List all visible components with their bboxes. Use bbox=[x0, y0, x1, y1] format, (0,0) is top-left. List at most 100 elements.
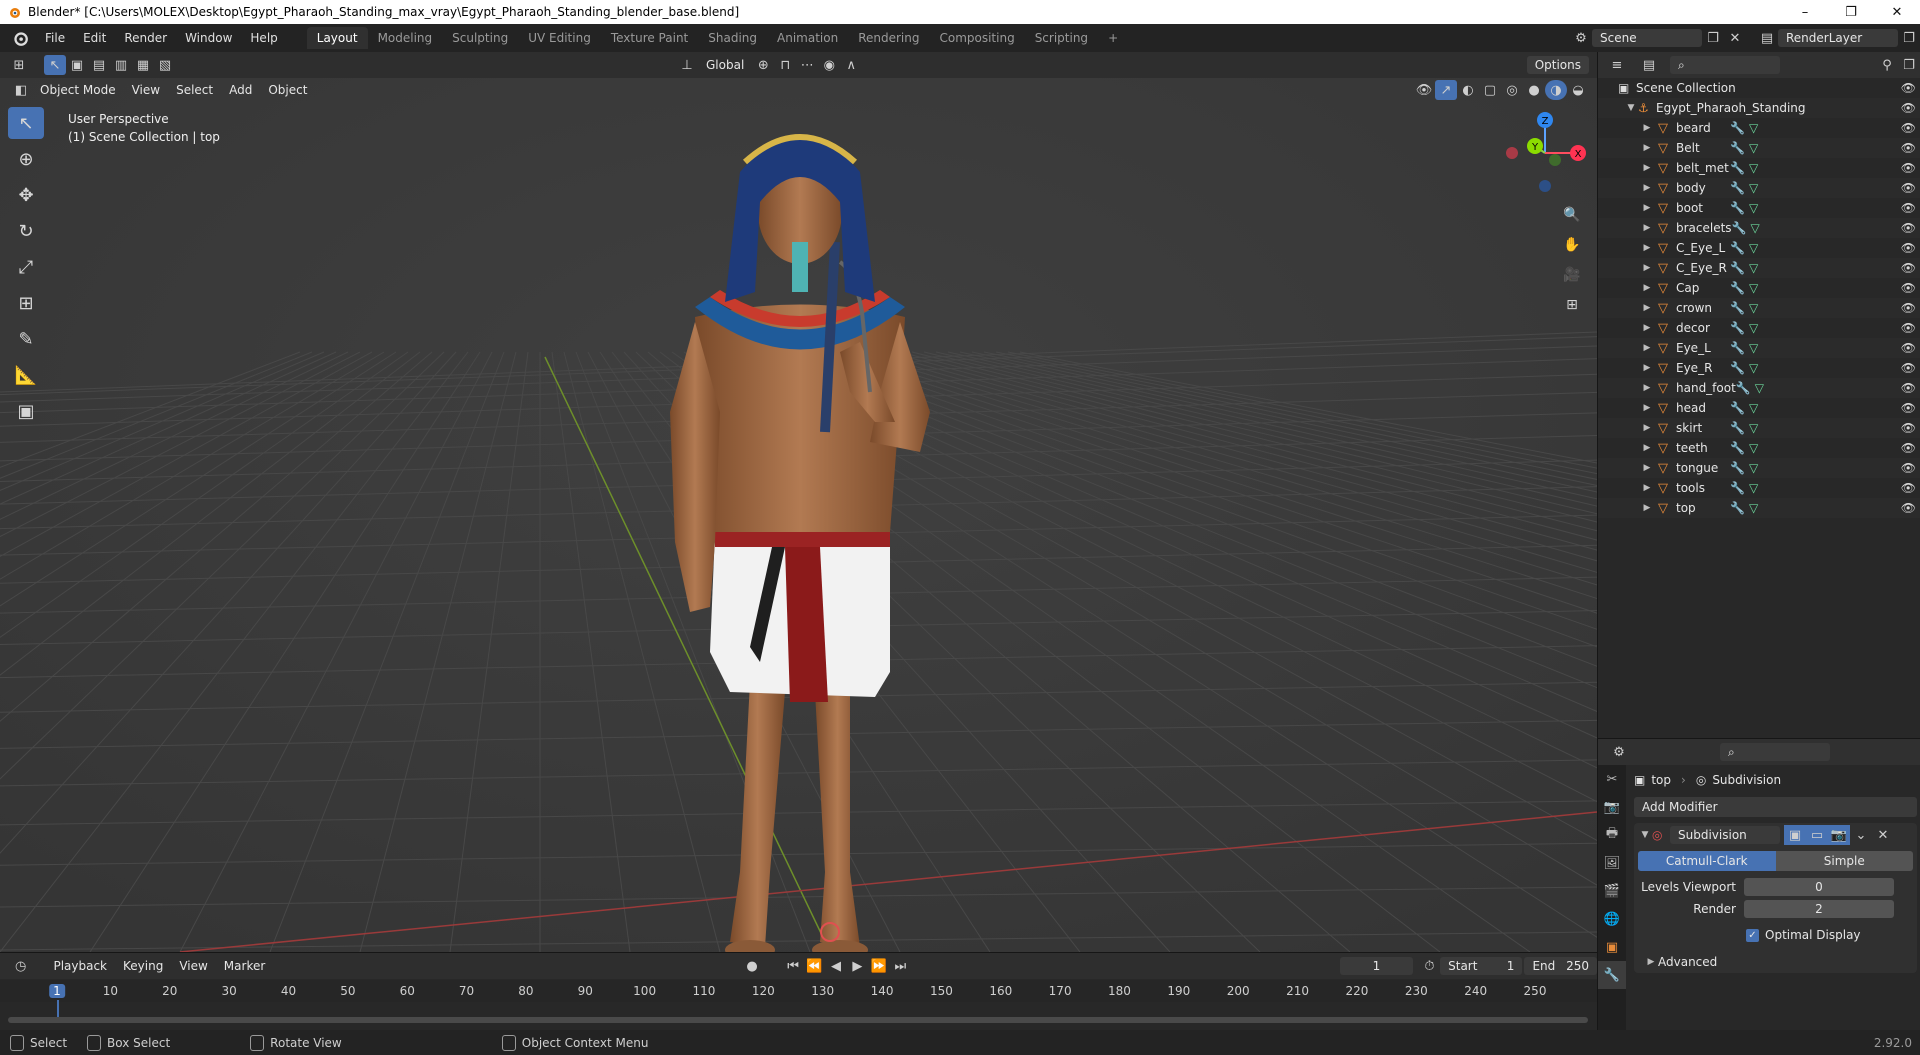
eye-icon[interactable]: 👁 bbox=[1901, 401, 1916, 415]
tab-compositing[interactable]: Compositing bbox=[929, 27, 1024, 49]
expand-arrow-icon[interactable]: ▶ bbox=[1640, 443, 1654, 453]
eye-icon[interactable]: 👁 bbox=[1901, 281, 1916, 295]
zoom-icon[interactable]: 🔍 bbox=[1560, 202, 1584, 228]
output-tab-icon[interactable]: 🖶 bbox=[1598, 821, 1626, 849]
tab-layout[interactable]: Layout bbox=[306, 27, 368, 49]
menu-add[interactable]: Add bbox=[221, 83, 260, 97]
modifier-wrench-icon[interactable]: 🔧 bbox=[1730, 321, 1745, 335]
eye-icon[interactable]: 👁 bbox=[1901, 241, 1916, 255]
modifier-wrench-icon[interactable]: 🔧 bbox=[1730, 501, 1745, 515]
overlay-toggle-icon[interactable]: ◐ bbox=[1457, 80, 1479, 100]
render-tab-icon[interactable]: 📷 bbox=[1598, 793, 1626, 821]
render-toggle-icon[interactable]: 📷 bbox=[1828, 825, 1850, 845]
expand-arrow-icon[interactable]: ▶ bbox=[1640, 283, 1654, 293]
expand-arrow-icon[interactable]: ▶ bbox=[1640, 503, 1654, 513]
display-mode-icon[interactable]: ▤ bbox=[1638, 55, 1660, 75]
modifier-wrench-icon[interactable]: 🔧 bbox=[1730, 481, 1745, 495]
modifier-wrench-icon[interactable]: 🔧 bbox=[1730, 361, 1745, 375]
eye-icon[interactable]: 👁 bbox=[1901, 141, 1916, 155]
eye-icon[interactable]: 👁 bbox=[1901, 201, 1916, 215]
outliner-object-row[interactable]: ▶ ▽ body 🔧 ▽ 👁 bbox=[1598, 178, 1920, 198]
object-tab-icon[interactable]: ▣ bbox=[1598, 933, 1626, 961]
outliner-object-row[interactable]: ▶ ▽ Belt 🔧 ▽ 👁 bbox=[1598, 138, 1920, 158]
scene-collection-row[interactable]: ▣ Scene Collection 👁 bbox=[1598, 78, 1920, 98]
eye-icon[interactable]: 👁 bbox=[1901, 181, 1916, 195]
expand-arrow-icon[interactable]: ▶ bbox=[1640, 463, 1654, 473]
modifier-wrench-icon[interactable]: 🔧 bbox=[1732, 221, 1747, 235]
select-box-tool-icon[interactable]: ↖ bbox=[8, 107, 44, 139]
eye-icon[interactable]: 👁 bbox=[1901, 481, 1916, 495]
outliner-search-input[interactable]: ⌕ bbox=[1670, 56, 1780, 74]
minimize-button[interactable]: – bbox=[1782, 5, 1828, 20]
new-scene-icon[interactable]: ❐ bbox=[1702, 28, 1724, 48]
preview-range-icon[interactable]: ⏱ bbox=[1419, 956, 1440, 976]
scene-icon[interactable]: ⚙ bbox=[1570, 28, 1592, 48]
view-layer-icon[interactable]: ▤ bbox=[1756, 28, 1778, 48]
menu-playback[interactable]: Playback bbox=[45, 959, 115, 973]
proportional-edit-icon[interactable]: ◉ bbox=[818, 55, 840, 75]
menu-keying[interactable]: Keying bbox=[115, 959, 171, 973]
modifier-wrench-icon[interactable]: 🔧 bbox=[1730, 161, 1745, 175]
filter-icon[interactable]: ⚲ bbox=[1876, 55, 1898, 75]
options-dropdown[interactable]: Options bbox=[1526, 56, 1589, 74]
eye-icon[interactable]: 👁 bbox=[1901, 121, 1916, 135]
expand-arrow-icon[interactable]: ▶ bbox=[1640, 243, 1654, 253]
outliner-object-row[interactable]: ▶ ▽ teeth 🔧 ▽ 👁 bbox=[1598, 438, 1920, 458]
eye-icon[interactable]: 👁 bbox=[1901, 461, 1916, 475]
outliner-object-row[interactable]: ▶ ▽ crown 🔧 ▽ 👁 bbox=[1598, 298, 1920, 318]
modifier-wrench-icon[interactable]: 🔧 bbox=[1736, 381, 1751, 395]
tab-sculpting[interactable]: Sculpting bbox=[442, 27, 518, 49]
outliner-object-row[interactable]: ▶ ▽ skirt 🔧 ▽ 👁 bbox=[1598, 418, 1920, 438]
collection-row[interactable]: ▼ ⚓ Egypt_Pharaoh_Standing 👁 bbox=[1598, 98, 1920, 118]
tool-tab-icon[interactable]: ✂ bbox=[1598, 765, 1626, 793]
modifier-name-field[interactable]: Subdivision bbox=[1670, 826, 1780, 844]
3d-viewport[interactable]: ⊞ ↖ ▣ ▤ ▥ ▦ ▧ ⊥ Global ⊕ ⊓ ⋯ ◉ ∧ Options… bbox=[0, 52, 1597, 952]
mesh-data-icon[interactable]: ▽ bbox=[1749, 321, 1758, 335]
eye-icon[interactable]: 👁 bbox=[1901, 81, 1916, 95]
pan-hand-icon[interactable]: ✋ bbox=[1560, 232, 1584, 258]
properties-editor-icon[interactable]: ⚙ bbox=[1608, 742, 1630, 762]
new-view-layer-icon[interactable]: ❐ bbox=[1898, 28, 1920, 48]
expand-arrow-icon[interactable]: ▶ bbox=[1640, 363, 1654, 373]
menu-timeline-view[interactable]: View bbox=[171, 959, 215, 973]
catmull-clark-button[interactable]: Catmull-Clark bbox=[1638, 851, 1776, 871]
expand-arrow-icon[interactable]: ▼ bbox=[1624, 103, 1638, 113]
mesh-data-icon[interactable]: ▽ bbox=[1749, 341, 1758, 355]
optimal-display-checkbox[interactable]: ✓ bbox=[1746, 928, 1759, 942]
mesh-data-icon[interactable]: ▽ bbox=[1749, 481, 1758, 495]
eye-icon[interactable]: 👁 bbox=[1901, 301, 1916, 315]
transform-orientation-dropdown[interactable]: Global bbox=[698, 58, 752, 72]
outliner-object-row[interactable]: ▶ ▽ head 🔧 ▽ 👁 bbox=[1598, 398, 1920, 418]
edit-mode-toggle-icon[interactable]: ▣ bbox=[1784, 825, 1806, 845]
maximize-button[interactable]: ❐ bbox=[1828, 5, 1874, 20]
jump-end-icon[interactable]: ⏭ bbox=[890, 956, 911, 976]
falloff-icon[interactable]: ∧ bbox=[840, 55, 862, 75]
close-window-button[interactable]: ✕ bbox=[1874, 5, 1920, 20]
outliner-object-row[interactable]: ▶ ▽ beard 🔧 ▽ 👁 bbox=[1598, 118, 1920, 138]
eye-icon[interactable]: 👁 bbox=[1901, 441, 1916, 455]
mesh-data-icon[interactable]: ▽ bbox=[1749, 441, 1758, 455]
move-tool-icon[interactable]: ✥ bbox=[8, 179, 44, 211]
advanced-expand-icon[interactable]: ▶ bbox=[1644, 957, 1658, 967]
collapse-arrow-icon[interactable]: ▼ bbox=[1638, 830, 1652, 840]
select-invert-icon[interactable]: ▦ bbox=[132, 55, 154, 75]
menu-file[interactable]: File bbox=[36, 31, 74, 45]
outliner-object-row[interactable]: ▶ ▽ C_Eye_L 🔧 ▽ 👁 bbox=[1598, 238, 1920, 258]
expand-arrow-icon[interactable]: ▶ bbox=[1640, 183, 1654, 193]
navigation-gizmo[interactable]: Z X Y bbox=[1500, 108, 1590, 198]
add-workspace-button[interactable]: + bbox=[1098, 27, 1128, 49]
eye-icon[interactable]: 👁 bbox=[1901, 381, 1916, 395]
modifier-wrench-icon[interactable]: 🔧 bbox=[1730, 261, 1745, 275]
select-extend-icon[interactable]: ▤ bbox=[88, 55, 110, 75]
outliner-object-row[interactable]: ▶ ▽ boot 🔧 ▽ 👁 bbox=[1598, 198, 1920, 218]
modifier-wrench-icon[interactable]: 🔧 bbox=[1730, 421, 1745, 435]
menu-object[interactable]: Object bbox=[260, 83, 315, 97]
object-mode-dropdown[interactable]: Object Mode bbox=[32, 83, 124, 97]
wireframe-shading-icon[interactable]: ◎ bbox=[1501, 80, 1523, 100]
tab-modeling[interactable]: Modeling bbox=[368, 27, 443, 49]
expand-arrow-icon[interactable]: ▶ bbox=[1640, 223, 1654, 233]
mesh-data-icon[interactable]: ▽ bbox=[1749, 461, 1758, 475]
tab-uv-editing[interactable]: UV Editing bbox=[518, 27, 601, 49]
expand-arrow-icon[interactable]: ▶ bbox=[1640, 423, 1654, 433]
ortho-toggle-icon[interactable]: ⊞ bbox=[1560, 292, 1584, 318]
